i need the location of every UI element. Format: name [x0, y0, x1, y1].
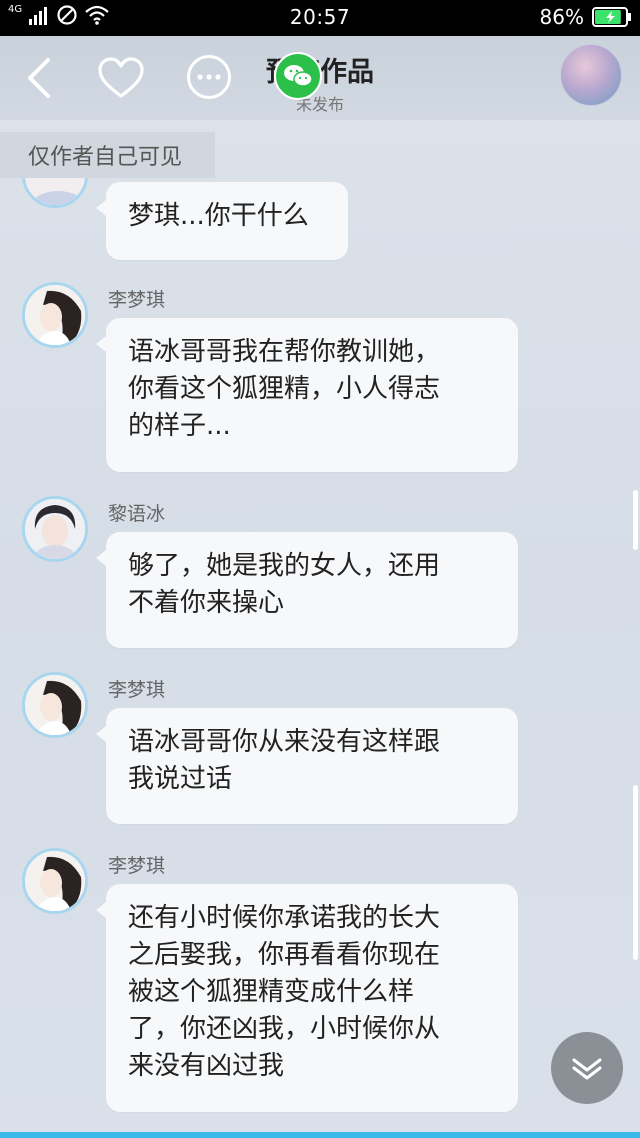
- avatar[interactable]: [22, 496, 88, 562]
- message-line: 的样子...: [128, 411, 231, 441]
- scrollbar-thumb-lower[interactable]: [633, 785, 638, 960]
- message-line: 了，你还凶我，小时候你从: [128, 1014, 441, 1044]
- message-line: 够了，她是我的女人，还用: [128, 551, 441, 581]
- avatar[interactable]: [22, 282, 88, 348]
- status-icons-right: 86%: [540, 5, 632, 29]
- more-icon: [197, 74, 221, 80]
- favorite-button[interactable]: [96, 54, 146, 104]
- header-bar: 预览作品 未发布: [0, 36, 640, 120]
- avatar[interactable]: [22, 672, 88, 738]
- message-line: 你看这个狐狸精，小人得志: [128, 374, 441, 404]
- avatar[interactable]: [22, 848, 88, 914]
- heart-icon: [98, 57, 144, 98]
- scrollbar-thumb[interactable]: [633, 490, 638, 550]
- wechat-icon[interactable]: [274, 52, 322, 100]
- double-chevron-down-icon: [572, 1058, 602, 1080]
- message-line: 我说过话: [128, 764, 233, 794]
- visibility-notice-text: 仅作者自己可见: [28, 145, 183, 170]
- message-bubble: 还有小时候你承诺我的长大 之后娶我，你再看看你现在 被这个狐狸精变成什么样 了，…: [96, 884, 518, 1112]
- more-button[interactable]: [187, 55, 231, 99]
- message-line: 之后娶我，你再看看你现在: [128, 940, 441, 970]
- sender-name: 李梦琪: [108, 679, 166, 701]
- message-bubble: 语冰哥哥我在帮你教训她， 你看这个狐狸精，小人得志 的样子...: [96, 318, 518, 472]
- author-avatar[interactable]: [560, 44, 622, 106]
- battery-percent: 86%: [539, 5, 584, 29]
- visibility-notice: 仅作者自己可见: [0, 132, 215, 178]
- message-line: 来没有凶过我: [128, 1051, 285, 1081]
- message-line: 被这个狐狸精变成什么样: [128, 977, 415, 1007]
- page-subtitle: 未发布: [295, 95, 344, 114]
- battery-icon: [592, 7, 631, 27]
- bottom-divider: [0, 1132, 640, 1138]
- message-line: 梦琪...你干什么: [128, 201, 309, 231]
- message-bubble: 语冰哥哥你从来没有这样跟 我说过话: [96, 708, 518, 824]
- message-line: 语冰哥哥你从来没有这样跟: [128, 727, 441, 757]
- back-button[interactable]: [18, 54, 60, 102]
- sender-name: 黎语冰: [108, 503, 166, 525]
- scroll-to-bottom-button[interactable]: [551, 1032, 623, 1104]
- back-icon: [28, 58, 50, 98]
- message-bubble: 够了，她是我的女人，还用 不着你来操心: [96, 532, 518, 648]
- message-line: 语冰哥哥我在帮你教训她，: [128, 337, 441, 367]
- sender-name: 李梦琪: [108, 289, 166, 311]
- message-bubble: 梦琪...你干什么: [96, 182, 348, 260]
- status-bar: 4G 20:57 86%: [0, 0, 640, 36]
- message-line: 不着你来操心: [128, 588, 285, 618]
- sender-name: 李梦琪: [108, 855, 166, 877]
- wechat-logo-icon: [284, 65, 313, 87]
- message-line: 还有小时候你承诺我的长大: [128, 903, 441, 933]
- avatar[interactable]: [22, 178, 88, 208]
- chat-list: 梦琪...你干什么 李梦琪 语冰哥哥我在帮你教训她， 你看这个狐狸精，小人得志 …: [0, 178, 640, 1138]
